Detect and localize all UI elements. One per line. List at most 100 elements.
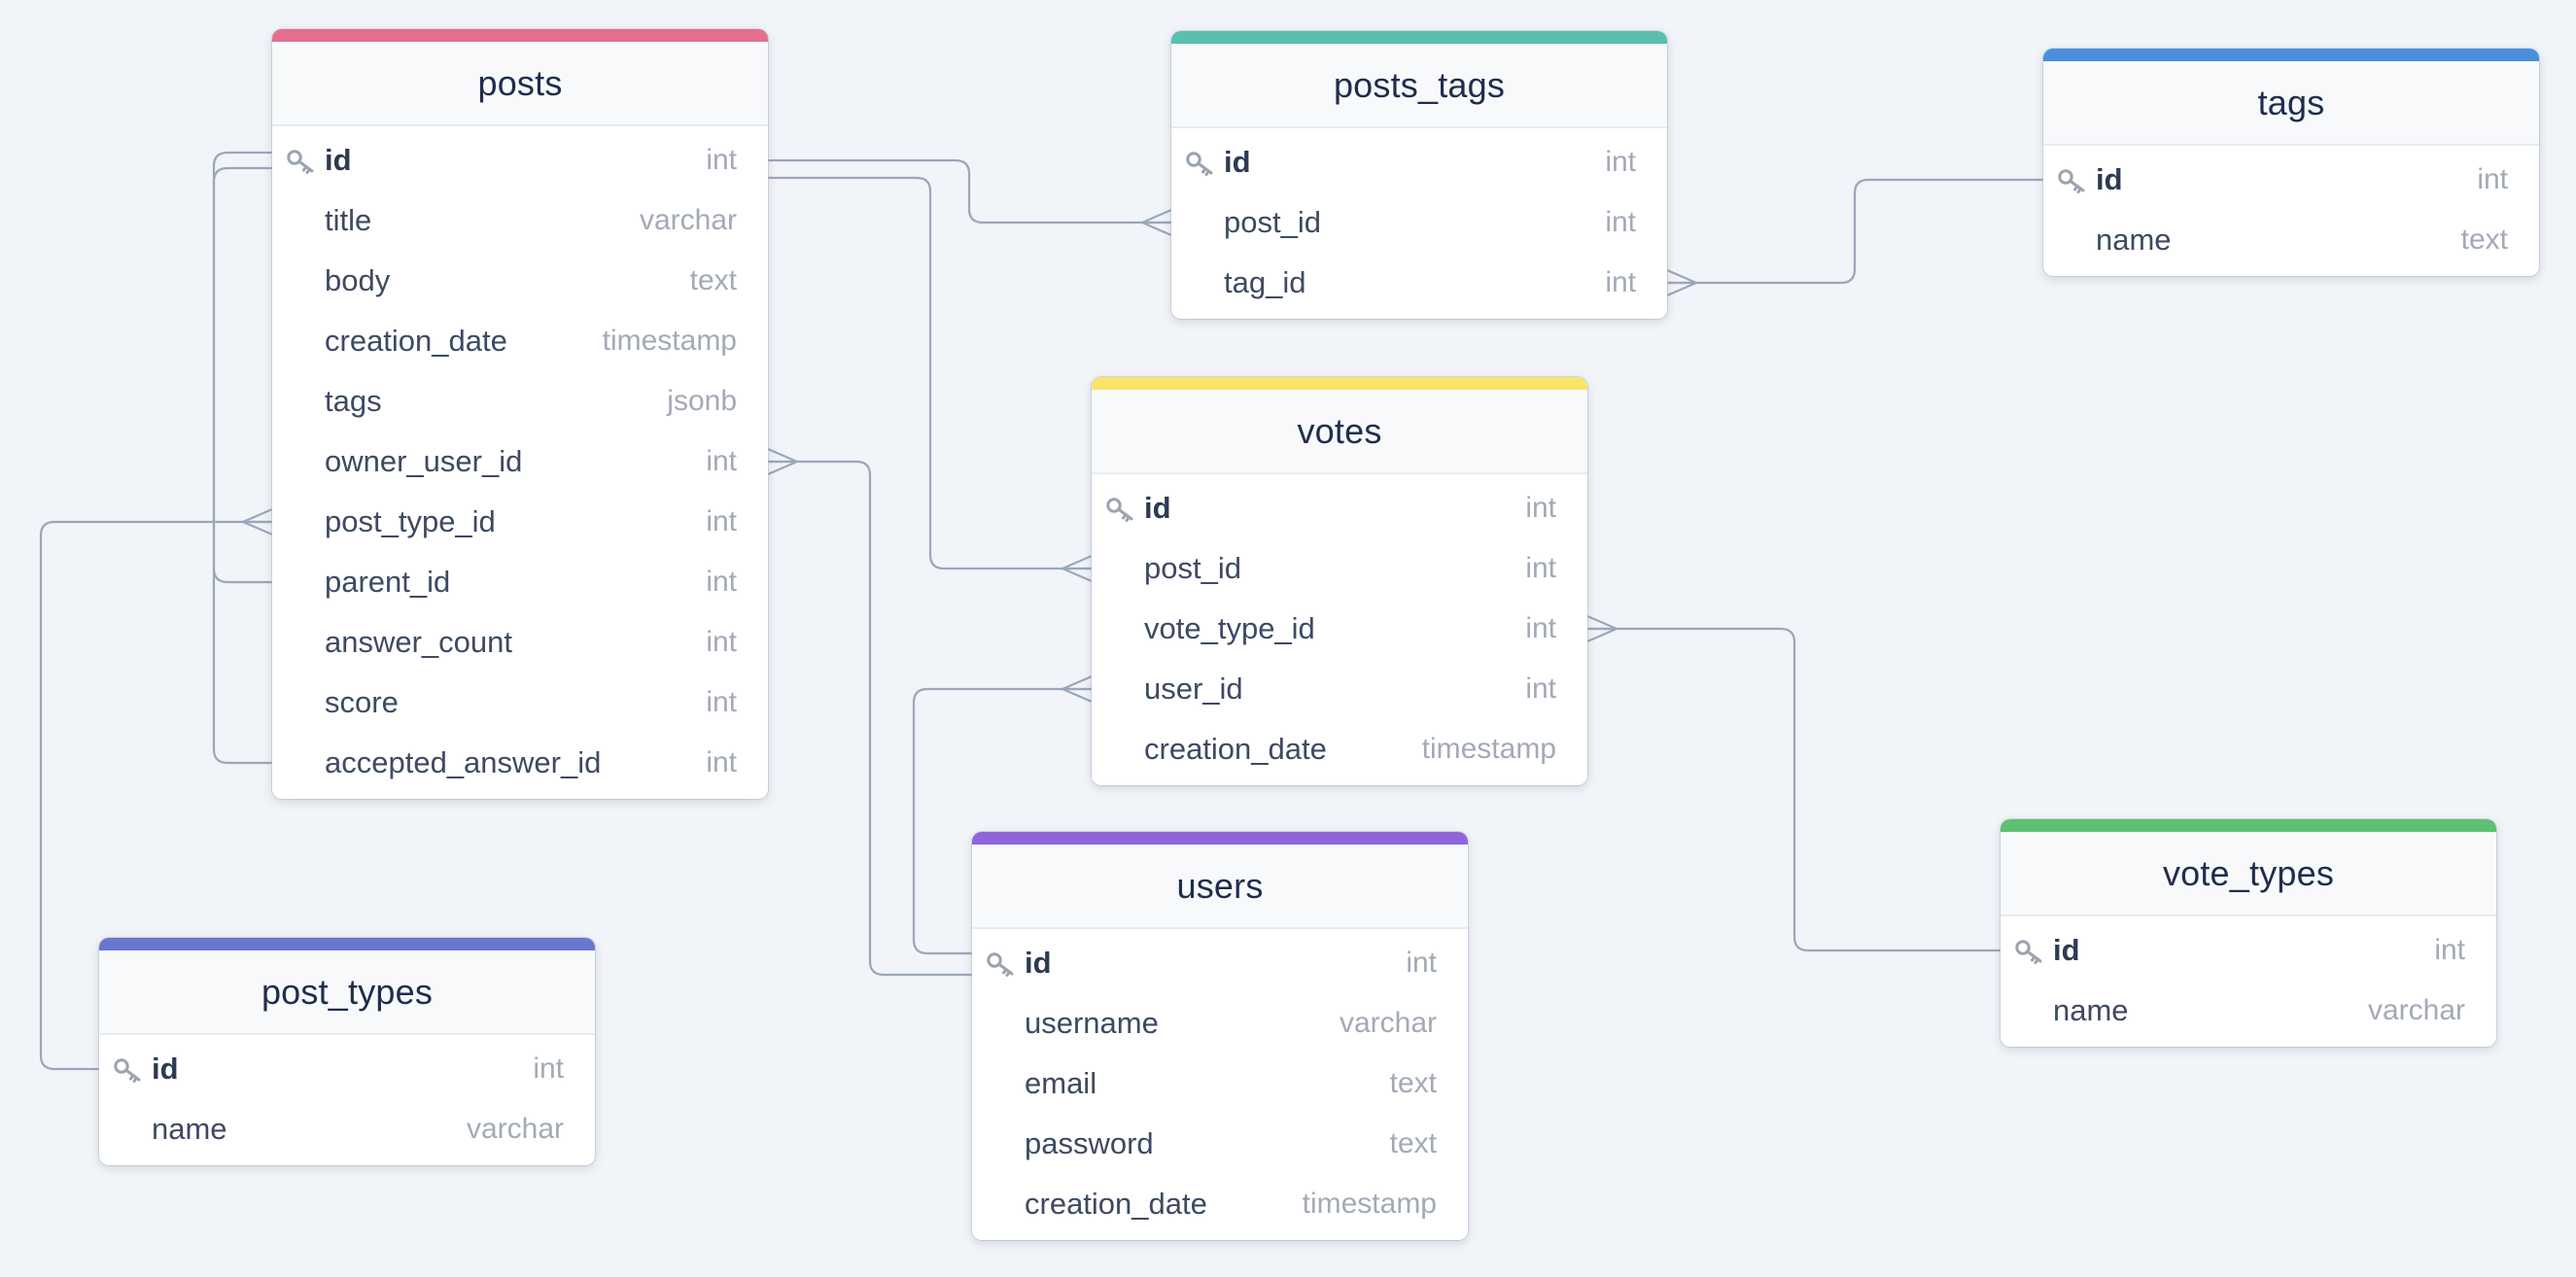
column-row-post-id[interactable]: post_id int [1171,192,1667,253]
table-header[interactable]: posts_tags [1171,44,1667,128]
table-header[interactable]: posts [272,42,768,126]
column-name: answer_count [325,625,513,659]
column-type: int [1406,947,1437,979]
column-name: id [1025,946,1052,980]
column-row-tag-id[interactable]: tag_id int [1171,253,1667,313]
table-color-bar [2001,819,2496,832]
column-row-id[interactable]: id int [1092,478,1587,538]
connector-posts-parent-id [212,151,272,584]
column-row-id[interactable]: id int [99,1039,595,1099]
column-row-creation-date[interactable]: creation_date timestamp [272,311,768,371]
column-row-user-id[interactable]: user_id int [1092,659,1587,719]
column-row-id[interactable]: id int [272,130,768,190]
column-row-name[interactable]: name varchar [99,1099,595,1159]
column-type: int [706,686,737,718]
table-posts-tags[interactable]: posts_tags id int post_id int tag_id int [1171,31,1667,319]
table-color-bar [99,938,595,950]
table-columns: id int post_id int tag_id int [1171,128,1667,319]
column-row-id[interactable]: id int [2001,920,2496,981]
table-users[interactable]: users id int username varchar email text passwo… [972,832,1468,1240]
column-row-tags[interactable]: tags jsonb [272,371,768,431]
column-name: id [325,143,352,177]
table-color-bar [1092,377,1587,390]
column-name: body [325,263,391,297]
column-row-username[interactable]: username varchar [972,993,1468,1053]
column-row-id[interactable]: id int [2043,150,2539,210]
column-type: timestamp [602,325,737,357]
column-name: score [325,685,399,719]
connector-posts-tags-post-id [768,158,1171,224]
table-header[interactable]: tags [2043,61,2539,146]
column-row-answer-count[interactable]: answer_count int [272,612,768,673]
table-header[interactable]: votes [1092,390,1587,474]
column-type: int [706,144,737,176]
column-row-id[interactable]: id int [1171,132,1667,192]
table-tags[interactable]: tags id int name text [2043,49,2539,276]
column-row-creation-date[interactable]: creation_date timestamp [1092,719,1587,779]
table-header[interactable]: users [972,845,1468,929]
column-type: int [1525,673,1556,705]
connector-posts-owner-user-id-crowfoot [767,447,798,476]
column-row-name[interactable]: name text [2043,210,2539,270]
column-name: post_id [1224,205,1321,239]
column-row-name[interactable]: name varchar [2001,981,2496,1041]
column-name: owner_user_id [325,444,523,478]
column-row-id[interactable]: id int [972,933,1468,993]
column-row-creation-date[interactable]: creation_date timestamp [972,1174,1468,1234]
connector-posts-tags-post-id-crowfoot [1141,208,1172,237]
column-row-post-id[interactable]: post_id int [1092,538,1587,599]
table-header[interactable]: post_types [99,950,595,1035]
column-type: int [706,566,737,598]
column-name: creation_date [1144,732,1327,766]
column-type: varchar [466,1113,564,1145]
column-row-owner-user-id[interactable]: owner_user_id int [272,431,768,492]
column-type: int [1605,266,1636,298]
table-columns: id int name varchar [2001,916,2496,1047]
column-type: text [689,264,737,296]
connector-votes-vote-type-id-crowfoot [1586,614,1618,643]
table-name: tags [2257,82,2325,122]
table-vote-types[interactable]: vote_types id int name varchar [2001,819,2496,1047]
table-posts[interactable]: posts id int title varchar body text creation_d… [272,29,768,799]
column-type: int [1525,612,1556,644]
table-columns: id int title varchar body text creation_date ti… [272,126,768,799]
column-row-parent-id[interactable]: parent_id int [272,552,768,612]
column-row-password[interactable]: password text [972,1114,1468,1174]
column-name: id [152,1052,179,1086]
column-type: varchar [2367,994,2465,1026]
table-name: posts_tags [1333,64,1506,105]
column-row-score[interactable]: score int [272,673,768,733]
column-type: text [2460,224,2508,256]
column-name: tags [325,384,382,418]
column-type: int [706,746,737,778]
column-name: username [1025,1006,1159,1040]
column-type: timestamp [1421,733,1556,765]
column-row-body[interactable]: body text [272,251,768,311]
column-row-email[interactable]: email text [972,1053,1468,1114]
connector-posts-owner-user-id [768,460,972,977]
column-row-title[interactable]: title varchar [272,190,768,251]
table-color-bar [1171,31,1667,44]
column-type: int [706,626,737,658]
table-votes[interactable]: votes id int post_id int vote_type_id int user_… [1092,377,1587,785]
er-diagram-canvas[interactable]: posts id int title varchar body text creation_d… [0,0,2576,1277]
column-type: varchar [1339,1007,1437,1039]
table-post-types[interactable]: post_typesid int name varchar [99,938,595,1165]
table-header[interactable]: vote_types [2001,832,2496,916]
connector-posts-tags-tag-id [1667,178,2043,285]
column-type: jsonb [667,385,737,417]
table-columns: id int name varchar [99,1035,595,1165]
column-type: int [533,1053,564,1085]
column-row-accepted-answer-id[interactable]: accepted_answer_id int [272,733,768,793]
column-row-vote-type-id[interactable]: vote_type_id int [1092,599,1587,659]
column-row-post-type-id[interactable]: post_type_id int [272,492,768,552]
column-name: title [325,203,372,237]
column-type: varchar [639,204,737,236]
column-name: creation_date [1025,1187,1207,1221]
column-name: id [1144,491,1171,525]
column-name: email [1025,1066,1097,1100]
table-columns: id int name text [2043,146,2539,276]
table-name: votes [1297,410,1382,451]
column-type: timestamp [1302,1188,1437,1220]
connector-posts-accepted-answer-id [212,166,272,765]
